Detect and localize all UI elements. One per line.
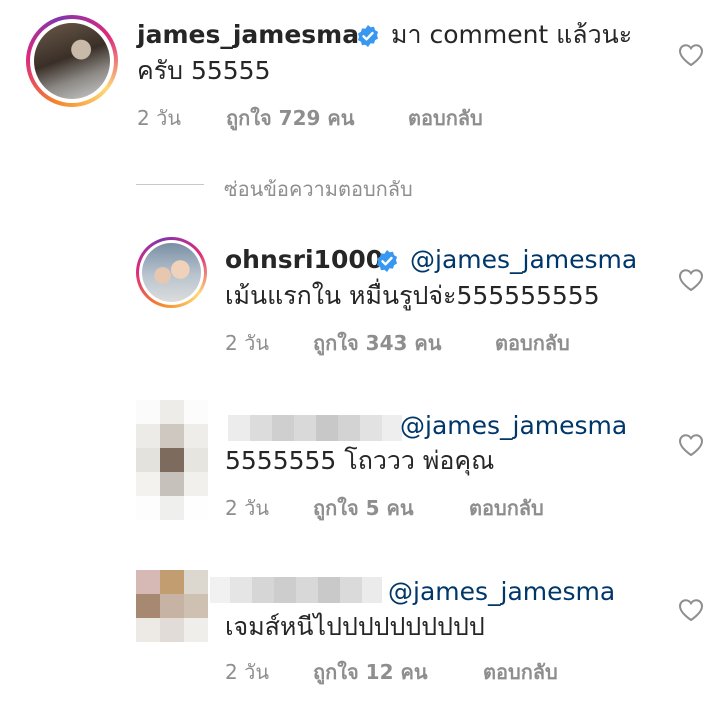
- heart-outline-icon[interactable]: [678, 598, 704, 622]
- mention-link[interactable]: @james_jamesma: [388, 575, 615, 609]
- reply-button[interactable]: ตอบกลับ: [483, 656, 558, 688]
- divider-line: [136, 184, 204, 185]
- mention-link[interactable]: @james_jamesma: [400, 409, 627, 443]
- comment-username[interactable]: ohnsri1000: [225, 243, 383, 277]
- comment-time[interactable]: 2 วัน: [225, 656, 269, 688]
- hide-replies-label[interactable]: ซ่อนข้อความตอบกลับ: [224, 173, 413, 205]
- avatar-pixelated[interactable]: [136, 570, 208, 642]
- username-redacted: [228, 415, 402, 441]
- reply-button[interactable]: ตอบกลับ: [469, 492, 544, 524]
- verified-icon: [358, 25, 378, 47]
- heart-outline-icon[interactable]: [678, 43, 704, 67]
- reply-button[interactable]: ตอบกลับ: [495, 327, 570, 359]
- verified-icon: [377, 250, 397, 272]
- comment-text: เจมส์หนีไปปปปปปปปปป: [225, 612, 485, 641]
- comment-likes[interactable]: ถูกใจ 343 คน: [313, 327, 441, 359]
- username-redacted: [210, 577, 382, 603]
- comment-text: ครับ 55555: [137, 56, 271, 85]
- avatar[interactable]: [26, 15, 118, 107]
- comment-time[interactable]: 2 วัน: [225, 327, 269, 359]
- comment-text: 5555555 โถววว พ่อคุณ: [225, 446, 495, 475]
- heart-outline-icon[interactable]: [678, 433, 704, 457]
- comment-text: เม้นแรกใน หมื่นรูปจ่ะ555555555: [225, 281, 600, 310]
- comment-username[interactable]: james_jamesma: [137, 18, 359, 52]
- avatar[interactable]: [136, 237, 207, 308]
- comment-text: มา comment แล้วนะ: [391, 20, 633, 49]
- comment-likes[interactable]: ถูกใจ 729 คน: [226, 102, 354, 134]
- reply-button[interactable]: ตอบกลับ: [408, 102, 483, 134]
- comment-time[interactable]: 2 วัน: [137, 102, 181, 134]
- avatar-pixelated[interactable]: [136, 400, 208, 526]
- heart-outline-icon[interactable]: [678, 268, 704, 292]
- comment-likes[interactable]: ถูกใจ 5 คน: [313, 492, 414, 524]
- mention-link[interactable]: @james_jamesma: [410, 243, 637, 277]
- comment-time[interactable]: 2 วัน: [225, 492, 269, 524]
- comment-likes[interactable]: ถูกใจ 12 คน: [313, 656, 428, 688]
